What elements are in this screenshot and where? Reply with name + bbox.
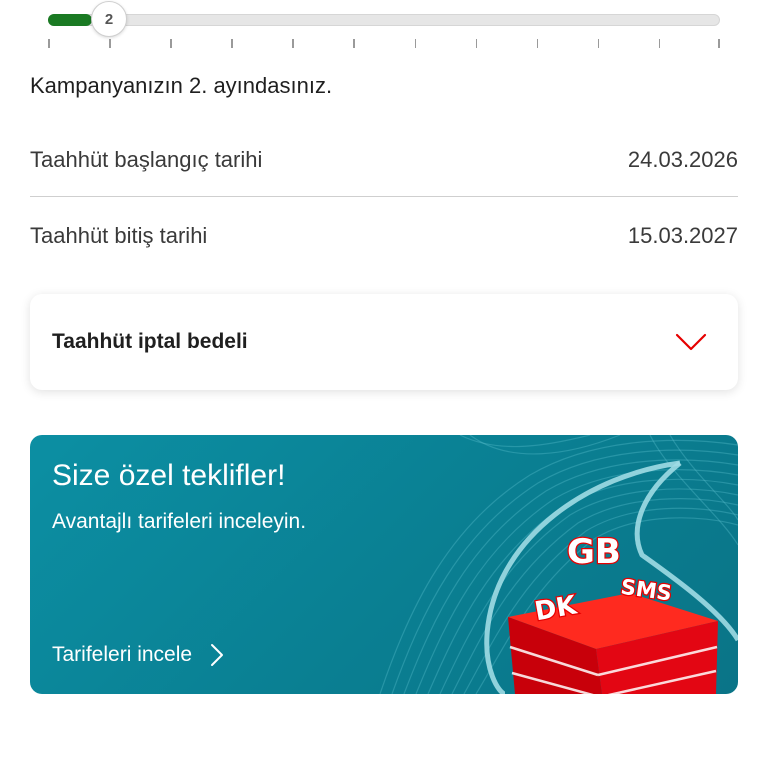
progress-tick (109, 39, 111, 48)
cancellation-fee-accordion[interactable]: Taahhüt iptal bedeli (30, 294, 738, 390)
special-offers-banner[interactable]: GB DK SMS Size özel teklifler! Avantajlı… (30, 435, 738, 694)
chevron-down-icon[interactable] (674, 331, 708, 353)
campaign-status-text: Kampanyanızın 2. ayındasınız. (30, 73, 333, 98)
progress-ticks (48, 39, 720, 49)
progress-tick (658, 39, 661, 48)
progress-tick (718, 39, 720, 48)
commitment-end-row: Taahhüt bitiş tarihi 15.03.2027 (30, 198, 738, 274)
progress-fill (48, 14, 92, 26)
progress-tick (231, 39, 233, 48)
promo-title: Size özel teklifler! (52, 459, 286, 492)
commitment-start-value: 24.03.2026 (627, 147, 738, 172)
commitment-start-label: Taahhüt başlangıç tarihi (30, 147, 263, 172)
view-tariffs-link[interactable]: Tarifeleri incele (52, 643, 224, 667)
progress-tick (170, 39, 172, 48)
view-tariffs-label: Tarifeleri incele (52, 643, 193, 666)
progress-tick (353, 39, 355, 48)
progress-step-indicator: 2 (91, 1, 128, 37)
promo-subtitle: Avantajlı tarifeleri inceleyin. (52, 510, 307, 533)
divider (30, 196, 738, 197)
campaign-progress-bar: 2 (48, 1, 720, 49)
accordion-title: Taahhüt iptal bedeli (52, 330, 248, 353)
commitment-start-row: Taahhüt başlangıç tarihi 24.03.2026 (30, 122, 738, 198)
progress-tick (536, 39, 539, 48)
chevron-right-icon (211, 644, 224, 666)
commitment-end-value: 15.03.2027 (627, 223, 738, 248)
commitment-end-label: Taahhüt bitiş tarihi (30, 223, 208, 248)
progress-tick (48, 39, 50, 48)
progress-tick (414, 39, 417, 48)
progress-tick (597, 39, 600, 48)
gb-label: GB (567, 532, 621, 572)
progress-track (48, 14, 720, 26)
progress-tick (292, 39, 294, 48)
progress-tick (475, 39, 478, 48)
